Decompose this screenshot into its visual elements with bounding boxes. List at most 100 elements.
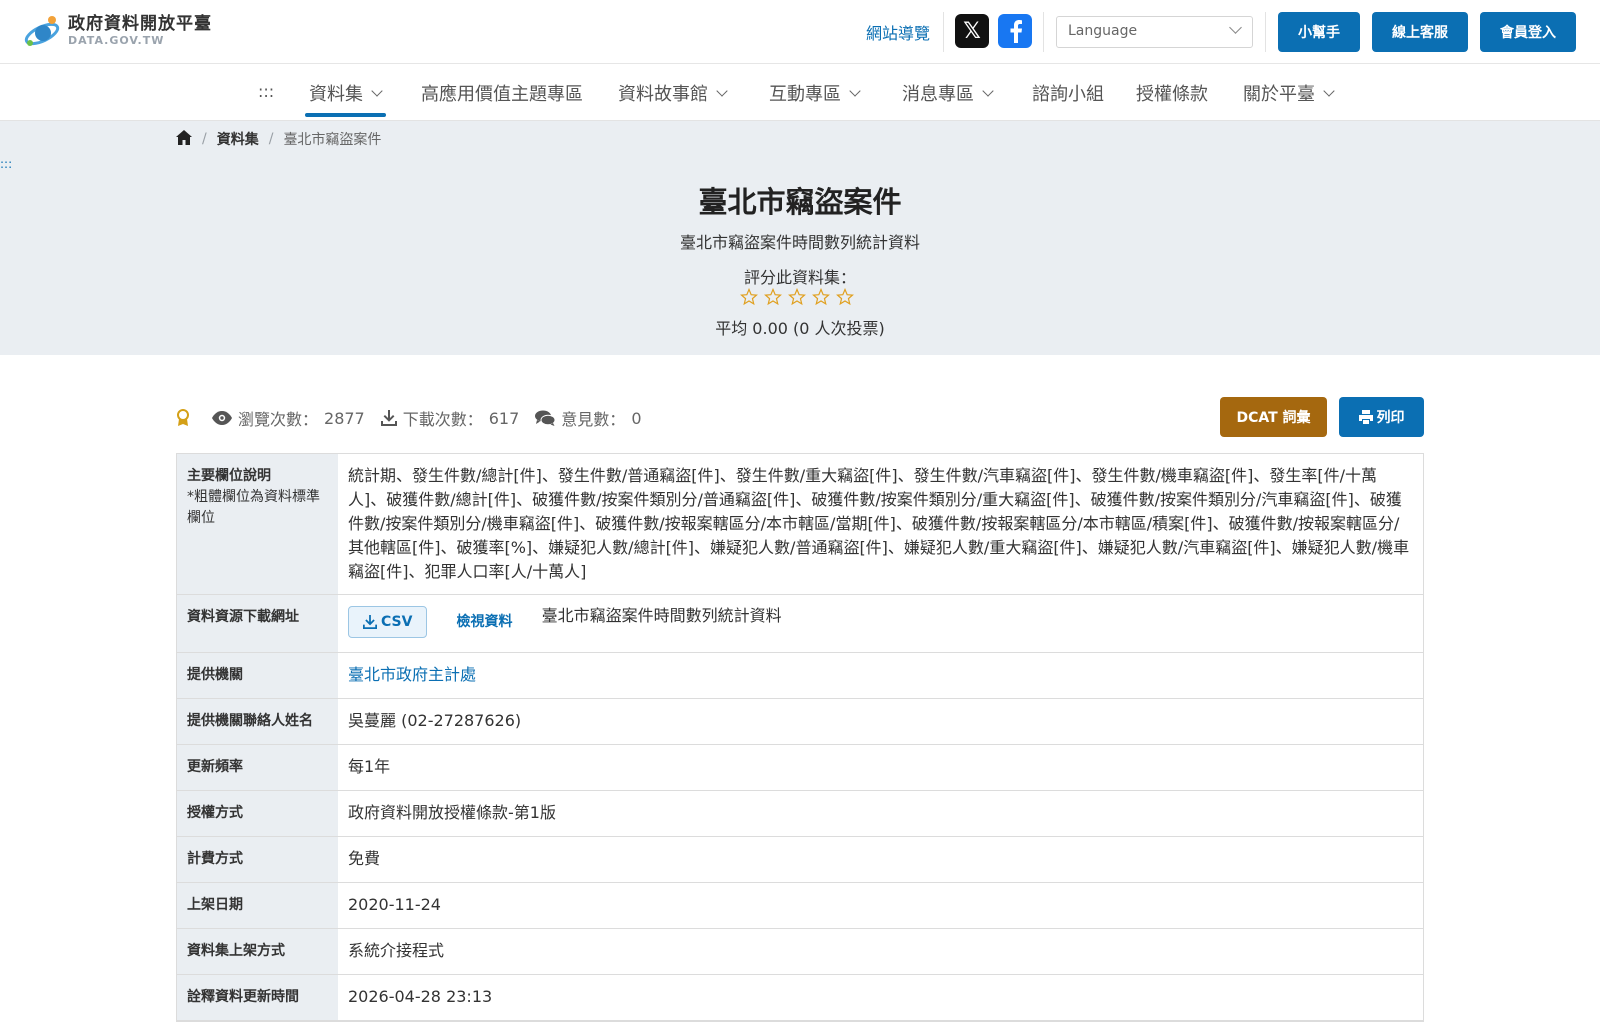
x-twitter-icon[interactable]: 𝕏 (955, 14, 989, 48)
page-title: 臺北市竊盜案件 (698, 185, 902, 219)
star-icon[interactable] (764, 288, 782, 306)
language-select-label: Language (1068, 23, 1138, 39)
language-select[interactable]: Language (1056, 16, 1253, 48)
downloads-count: 617 (488, 408, 520, 428)
eye-icon (212, 411, 232, 425)
dataset-hero: / 資料集 / 臺北市竊盜案件 ::: 臺北市竊盜案件 臺北市竊盜案件時間數列統… (0, 121, 1600, 355)
nav-item-advisory[interactable]: 諮詢小組 (1032, 80, 1104, 106)
views-stat: 瀏覽次數： 2877 (212, 406, 365, 430)
contact-value: 吳蔓麗 (02-27287626) (348, 711, 522, 730)
table-row: 授權方式 政府資料開放授權條款-第1版 (177, 791, 1423, 837)
rating-stars (740, 288, 854, 306)
nav-item-news[interactable]: 消息專區 (902, 80, 994, 106)
online-service-button[interactable]: 線上客服 (1372, 12, 1468, 52)
resource-name: 臺北市竊盜案件時間數列統計資料 (541, 606, 782, 625)
table-row: 提供機關 臺北市政府主計處 (177, 653, 1423, 699)
logo-subtitle: DATA.GOV.TW (68, 34, 165, 47)
chevron-down-icon (849, 84, 861, 97)
chevron-down-icon (716, 84, 728, 97)
license-value: 政府資料開放授權條款-第1版 (348, 803, 556, 822)
star-icon[interactable] (740, 288, 758, 306)
nav-item-about[interactable]: 關於平臺 (1243, 80, 1335, 106)
nav-item-label: 互動專區 (769, 84, 841, 105)
divider (1265, 12, 1266, 52)
views-label: 瀏覽次數： (238, 410, 319, 429)
facebook-icon[interactable] (998, 14, 1032, 48)
star-icon[interactable] (812, 288, 830, 306)
site-logo[interactable]: 政府資料開放平臺 DATA.GOV.TW (22, 10, 212, 52)
main-fields-key: 主要欄位說明 (187, 468, 271, 484)
breadcrumb: / 資料集 / 臺北市竊盜案件 (176, 129, 381, 149)
nav-item-label: 高應用價值主題專區 (421, 84, 583, 105)
publish-method-key: 資料集上架方式 (177, 929, 338, 974)
comments-label: 意見數： (561, 410, 626, 429)
home-icon[interactable] (176, 129, 192, 149)
divider (943, 12, 944, 52)
accesskey-dots[interactable]: ::: (258, 82, 274, 101)
table-row: 計費方式 免費 (177, 837, 1423, 883)
chevron-down-icon (982, 84, 994, 97)
metadata-update-value: 2026-04-28 23:13 (348, 987, 493, 1006)
license-key: 授權方式 (177, 791, 338, 836)
print-button[interactable]: 列印 (1339, 397, 1424, 437)
table-row: 詮釋資料更新時間 2026-04-28 23:13 (177, 975, 1423, 1021)
printer-icon (1358, 410, 1373, 424)
views-count: 2877 (324, 408, 365, 428)
helper-button[interactable]: 小幫手 (1278, 12, 1360, 52)
agency-link[interactable]: 臺北市政府主計處 (338, 653, 1423, 698)
fee-value: 免費 (348, 849, 381, 868)
nav-item-datasets[interactable]: 資料集 (309, 80, 383, 106)
table-row: 資料集上架方式 系統介接程式 (177, 929, 1423, 975)
comments-icon (535, 410, 556, 426)
downloads-label: 下載次數： (402, 410, 483, 429)
breadcrumb-separator: / (268, 131, 274, 147)
star-icon[interactable] (788, 288, 806, 306)
agency-key: 提供機關 (177, 653, 338, 698)
update-frequency-value: 每1年 (348, 757, 391, 776)
badge-icon (176, 409, 196, 427)
nav-item-label: 資料集 (309, 84, 363, 105)
chevron-down-icon (371, 84, 383, 97)
main-nav: ::: 資料集 高應用價值主題專區 資料故事館 互動專區 消息專區 諮詢小組 授… (0, 64, 1600, 121)
csv-download-button[interactable]: CSV (348, 606, 428, 638)
dataset-metadata-table: 主要欄位說明 *粗體欄位為資料標準欄位 統計期、發生件數/總計[件]、發生件數/… (176, 453, 1424, 1022)
download-url-key: 資料資源下載網址 (177, 595, 338, 652)
nav-item-interactive[interactable]: 互動專區 (769, 80, 861, 106)
main-fields-note: *粗體欄位為資料標準欄位 (187, 489, 320, 526)
breadcrumb-separator: / (202, 131, 207, 147)
rating-average: 平均 0.00 (0 人次投票) (715, 319, 885, 338)
rating-label: 評分此資料集： (743, 268, 856, 287)
nav-item-label: 消息專區 (902, 84, 974, 105)
breadcrumb-datasets[interactable]: 資料集 (217, 129, 259, 149)
nav-item-data-stories[interactable]: 資料故事館 (618, 80, 728, 106)
sitemap-link[interactable]: 網站導覽 (866, 20, 930, 44)
star-icon[interactable] (836, 288, 854, 306)
publish-date-key: 上架日期 (177, 883, 338, 928)
csv-label: CSV (381, 614, 413, 630)
view-data-link[interactable]: 檢視資料 (457, 610, 513, 634)
page-subtitle: 臺北市竊盜案件時間數列統計資料 (679, 233, 920, 252)
nav-item-label: 授權條款 (1136, 84, 1208, 105)
download-url-value: CSV 檢視資料 臺北市竊盜案件時間數列統計資料 (338, 595, 1423, 652)
metadata-update-key: 詮釋資料更新時間 (177, 975, 338, 1020)
fee-key: 計費方式 (177, 837, 338, 882)
nav-active-indicator (305, 113, 386, 117)
member-login-button[interactable]: 會員登入 (1480, 12, 1576, 52)
chevron-down-icon (1229, 21, 1242, 34)
nav-item-license[interactable]: 授權條款 (1136, 80, 1208, 106)
main-fields-value: 統計期、發生件數/總計[件]、發生件數/普通竊盜[件]、發生件數/重大竊盜[件]… (348, 466, 1410, 581)
downloads-stat: 下載次數： 617 (380, 406, 520, 430)
dcat-vocabulary-button[interactable]: DCAT 詞彙 (1220, 397, 1327, 437)
nav-item-label: 關於平臺 (1243, 84, 1315, 105)
nav-item-high-value[interactable]: 高應用價值主題專區 (421, 80, 583, 106)
chevron-down-icon (1323, 84, 1335, 97)
publish-method-value: 系統介接程式 (348, 941, 445, 960)
table-row: 更新頻率 每1年 (177, 745, 1423, 791)
dataset-stats: 瀏覽次數： 2877 下載次數： 617 意見數： 0 (176, 406, 658, 430)
divider (1043, 12, 1044, 52)
download-icon (380, 410, 397, 426)
breadcrumb-current: 臺北市竊盜案件 (283, 132, 382, 148)
accesskey-dots[interactable]: ::: (0, 157, 12, 171)
print-button-label: 列印 (1376, 410, 1405, 426)
comments-count: 0 (631, 408, 642, 428)
